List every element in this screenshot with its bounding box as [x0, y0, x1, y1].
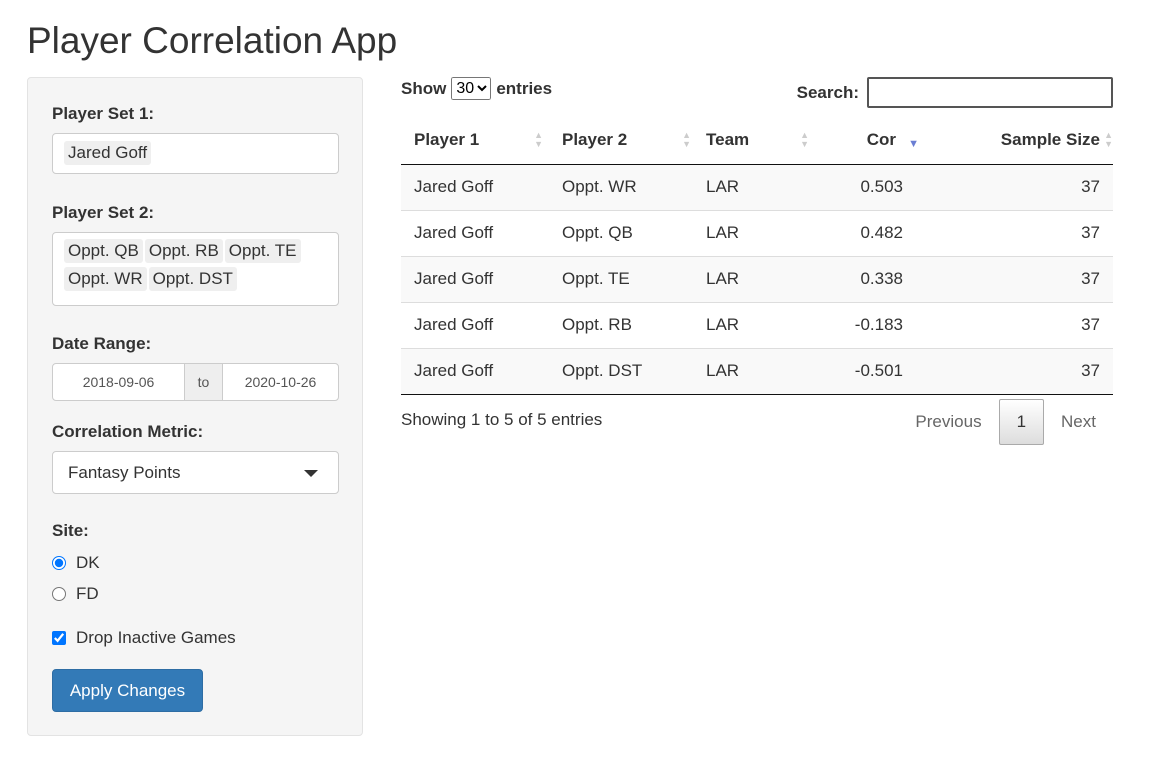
results-table: Player 1 ▲ ▼ Player 2 ▲ ▼ Team ▲ ▼ Cor ▼ Sample… [401, 117, 1113, 395]
sample-size-cell: 37 [925, 347, 1113, 395]
sidebar-panel: Player Set 1: Jared Goff Player Set 2: O… [27, 77, 363, 736]
radio-label: DK [76, 553, 100, 572]
player-2-cell: Oppt. DST [549, 347, 697, 395]
sample-size-cell: 37 [925, 163, 1113, 210]
team-cell: LAR [697, 209, 815, 256]
player-1-cell: Jared Goff [401, 163, 549, 210]
site-label: Site: [52, 521, 89, 540]
team-cell: LAR [697, 163, 815, 210]
team-cell: LAR [697, 347, 815, 395]
table-info: Showing 1 to 5 of 5 entries [401, 410, 603, 429]
player-set-1-label: Player Set 1: [52, 104, 155, 123]
drop-inactive-checkbox[interactable]: Drop Inactive Games [52, 628, 236, 648]
player-1-cell: Jared Goff [401, 209, 549, 256]
caret-down-icon [304, 470, 318, 477]
sort-icon: ▲ ▼ [1104, 130, 1113, 149]
player-set-2-label: Player Set 2: [52, 203, 155, 222]
metric-select[interactable]: Fantasy Points [52, 451, 339, 494]
player-2-cell: Oppt. WR [549, 163, 697, 210]
search-input[interactable] [867, 77, 1113, 108]
previous-button[interactable]: Previous [898, 402, 998, 442]
apply-changes-button[interactable]: Apply Changes [52, 669, 203, 712]
table-row: Jared Goff Oppt. QB LAR 0.482 37 [401, 209, 1113, 256]
cor-cell: 0.503 [815, 163, 925, 210]
player-2-cell: Oppt. QB [549, 209, 697, 256]
sort-icon: ▲ ▼ [682, 130, 691, 149]
length-control: Show 30 entries [401, 77, 552, 100]
cor-cell: -0.183 [815, 301, 925, 348]
selected-chip[interactable]: Oppt. RB [144, 239, 223, 263]
player-1-cell: Jared Goff [401, 255, 549, 302]
sample-size-cell: 37 [925, 209, 1113, 256]
selected-chip[interactable]: Oppt. QB [64, 239, 143, 263]
page-title: Player Correlation App [27, 20, 398, 61]
entries-select[interactable]: 30 [451, 77, 492, 100]
table-row: Jared Goff Oppt. DST LAR -0.501 37 [401, 347, 1113, 395]
cor-cell: 0.482 [815, 209, 925, 256]
search-label: Search: [796, 82, 859, 102]
metric-value: Fantasy Points [68, 462, 181, 482]
team-cell: LAR [697, 301, 815, 348]
column-header-player-2[interactable]: Player 2 ▲ ▼ [549, 117, 697, 165]
column-header-sample-size[interactable]: Sample Size ▲ ▼ [925, 117, 1113, 165]
selected-chip[interactable]: Oppt. TE [224, 239, 301, 263]
team-cell: LAR [697, 255, 815, 302]
player-1-cell: Jared Goff [401, 347, 549, 395]
player-1-cell: Jared Goff [401, 301, 549, 348]
radio-label: FD [76, 584, 99, 603]
site-radio-dk[interactable]: DK [52, 553, 100, 573]
date-separator: to [184, 364, 223, 400]
column-header-team[interactable]: Team ▲ ▼ [697, 117, 815, 165]
site-radio-fd[interactable]: FD [52, 584, 99, 604]
sort-desc-icon: ▼ [908, 138, 919, 150]
radio-input[interactable] [52, 587, 66, 601]
date-range-label: Date Range: [52, 334, 152, 353]
column-header-player-1[interactable]: Player 1 ▲ ▼ [401, 117, 549, 165]
column-header-cor[interactable]: Cor ▼ [815, 117, 925, 165]
checkbox-input[interactable] [52, 631, 66, 645]
table-row: Jared Goff Oppt. RB LAR -0.183 37 [401, 301, 1113, 348]
sort-icon: ▲ ▼ [534, 130, 543, 149]
show-label: Show [401, 78, 447, 98]
table-row: Jared Goff Oppt. WR LAR 0.503 37 [401, 163, 1113, 210]
cor-cell: 0.338 [815, 255, 925, 302]
start-date-input[interactable]: 2018-09-06 [53, 364, 184, 400]
entries-label: entries [496, 78, 553, 98]
player-set-1-input[interactable]: Jared Goff [52, 133, 339, 174]
table-row: Jared Goff Oppt. TE LAR 0.338 37 [401, 255, 1113, 302]
next-button[interactable]: Next [1044, 402, 1113, 442]
selected-chip[interactable]: Oppt. WR [64, 267, 147, 291]
pagination: Previous 1 Next [898, 399, 1113, 445]
page-1-button[interactable]: 1 [998, 399, 1045, 445]
selected-chip[interactable]: Oppt. DST [148, 267, 237, 291]
sample-size-cell: 37 [925, 301, 1113, 348]
player-2-cell: Oppt. TE [549, 255, 697, 302]
date-range-input: 2018-09-06 to 2020-10-26 [52, 363, 339, 401]
end-date-input[interactable]: 2020-10-26 [223, 364, 338, 400]
checkbox-label: Drop Inactive Games [76, 628, 236, 647]
selected-chip[interactable]: Jared Goff [64, 141, 152, 165]
sort-icon: ▲ ▼ [800, 130, 809, 149]
cor-cell: -0.501 [815, 347, 925, 395]
player-set-2-input[interactable]: Oppt. QB Oppt. RB Oppt. TE Oppt. WR Oppt. DS… [52, 232, 339, 306]
player-2-cell: Oppt. RB [549, 301, 697, 348]
metric-label: Correlation Metric: [52, 422, 204, 441]
search-control: Search: [797, 77, 1113, 108]
radio-input[interactable] [52, 556, 66, 570]
sample-size-cell: 37 [925, 255, 1113, 302]
